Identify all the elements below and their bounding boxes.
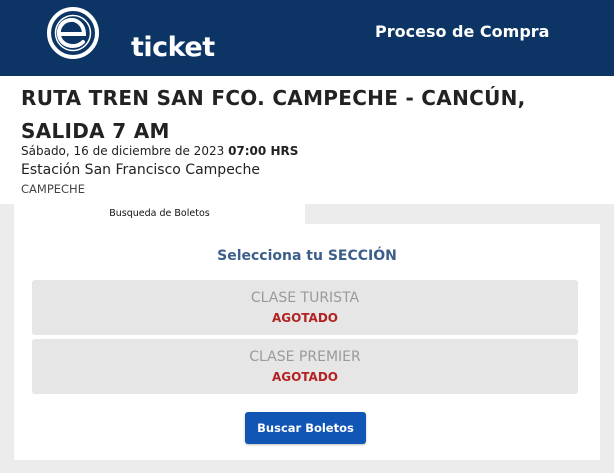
event-time: 07:00 HRS [228,144,299,158]
section-picker-title: Selecciona tu SECCIÓN [217,248,397,264]
event-info: RUTA TREN SAN FCO. CAMPECHE - CANCÚN, SA… [0,76,614,204]
site-header: ticket Proceso de Compra [0,0,614,76]
event-datetime: Sábado, 16 de diciembre de 2023 07:00 HR… [21,144,298,158]
sold-out-badge: AGOTADO [271,311,339,325]
logo-wordmark: ticket [131,32,215,63]
event-city: CAMPECHE [21,182,85,196]
section-panel: Selecciona tu SECCIÓN CLASE TURISTA AGOT… [14,224,600,460]
eticket-logo-icon [47,7,99,59]
event-title: RUTA TREN SAN FCO. CAMPECHE - CANCÚN, SA… [21,86,526,143]
tab-busqueda-de-boletos[interactable]: Busqueda de Boletos [14,204,305,224]
section-option-clase-premier[interactable]: CLASE PREMIER AGOTADO [32,339,578,394]
section-name: CLASE PREMIER [249,349,361,365]
section-name: CLASE TURISTA [250,290,360,306]
event-date: Sábado, 16 de diciembre de 2023 [21,144,225,158]
search-tickets-button[interactable]: Buscar Boletos [245,412,366,444]
sold-out-badge: AGOTADO [271,370,339,384]
section-option-clase-turista[interactable]: CLASE TURISTA AGOTADO [32,280,578,335]
eticket-logo[interactable]: ticket [44,5,215,63]
event-venue: Estación San Francisco Campeche [21,162,260,178]
page-header-title: Proceso de Compra [375,22,550,41]
